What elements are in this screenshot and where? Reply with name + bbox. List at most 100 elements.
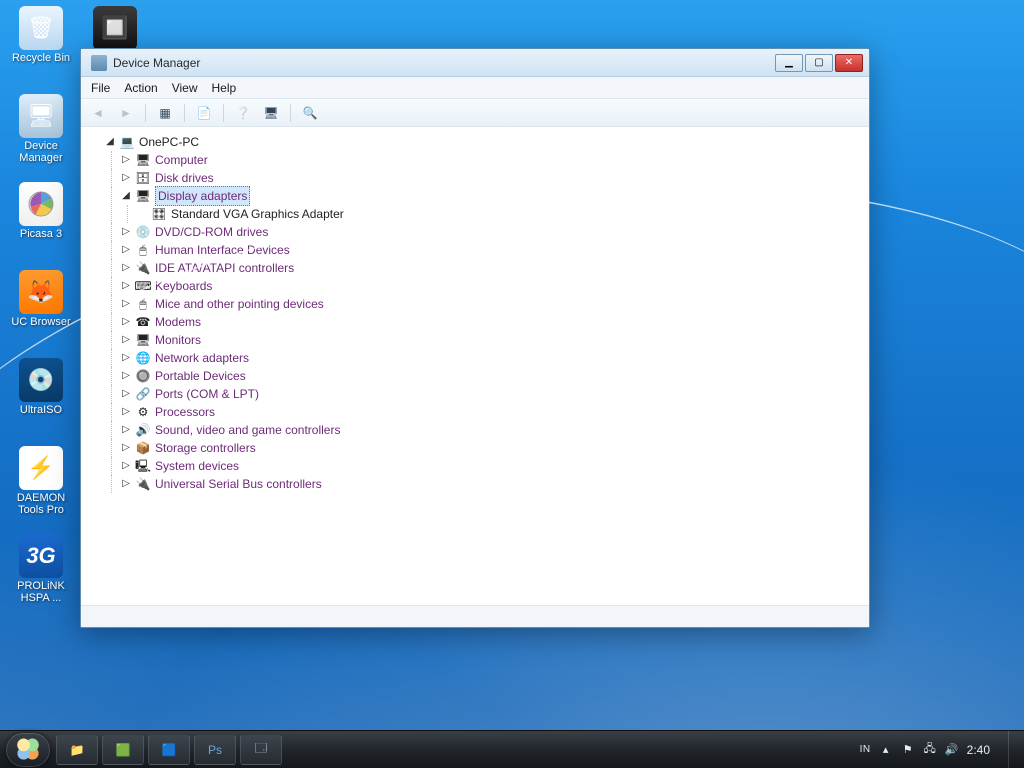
menu-help[interactable]: Help xyxy=(212,81,237,95)
desktop-icon-recycle-bin[interactable]: 🗑 Recycle Bin xyxy=(6,6,76,86)
desktop-icon-uc-browser[interactable]: 🦊 UC Browser xyxy=(6,270,76,350)
taskbar-item-explorer[interactable]: 📁 xyxy=(56,735,98,765)
tree-node[interactable]: ▷Sound, video and game controllers xyxy=(121,421,861,439)
tree-node[interactable]: ▷Processors xyxy=(121,403,861,421)
expand-icon[interactable]: ▷ xyxy=(121,403,131,421)
taskbar-item-app3[interactable]: 🗔 xyxy=(240,735,282,765)
menu-action[interactable]: Action xyxy=(124,81,157,95)
separator xyxy=(184,104,185,122)
expand-icon[interactable]: ▷ xyxy=(121,349,131,367)
tree-node-label: Computer xyxy=(155,151,208,169)
expand-icon[interactable]: ▷ xyxy=(121,151,131,169)
taskbar-clock[interactable]: 2:40 xyxy=(967,743,990,757)
device-category-icon xyxy=(135,296,151,312)
tree-node-label: Universal Serial Bus controllers xyxy=(155,475,322,493)
tray-volume-icon[interactable]: 🔊 xyxy=(945,743,959,757)
expand-icon[interactable]: ▷ xyxy=(121,313,131,331)
desktop-icon-ultraiso[interactable]: 💿 UltraISO xyxy=(6,358,76,438)
expand-icon[interactable]: ▷ xyxy=(121,457,131,475)
device-category-icon xyxy=(135,224,151,240)
tree-node-label: Keyboards xyxy=(155,277,212,295)
expand-icon[interactable]: ▷ xyxy=(121,421,131,439)
expand-icon[interactable]: ◢ xyxy=(105,133,115,151)
tree-leaf[interactable]: Standard VGA Graphics Adapter xyxy=(137,205,861,223)
desktop-icon-label: Picasa 3 xyxy=(20,228,62,240)
expand-icon[interactable]: ▷ xyxy=(121,439,131,457)
scan-hardware-button[interactable]: 🖥 xyxy=(260,102,282,124)
expand-icon[interactable]: ▷ xyxy=(121,223,131,241)
tree-root[interactable]: ◢ OnePC-PC xyxy=(105,133,861,151)
tray-network-icon[interactable]: 🖧 xyxy=(923,743,937,757)
desktop-icon-label: UC Browser xyxy=(11,316,70,328)
desktop-icon-label: Device Manager xyxy=(6,140,76,164)
tree-node[interactable]: ▷ Computer xyxy=(121,151,861,169)
tree-node[interactable]: ▷System devices xyxy=(121,457,861,475)
update-driver-button[interactable]: 🔍 xyxy=(299,102,321,124)
tree-node-label: Modems xyxy=(155,313,201,331)
device-category-icon xyxy=(135,152,151,168)
help-button[interactable]: ❔ xyxy=(232,102,254,124)
menubar: File Action View Help xyxy=(81,77,869,99)
desktop-icon-label: DAEMON Tools Pro xyxy=(6,492,76,516)
expand-icon[interactable]: ▷ xyxy=(121,169,131,187)
device-tree: ◢ OnePC-PC ▷ Computer ▷ Disk drives◢Display… xyxy=(89,133,861,493)
tree-node-label: Disk drives xyxy=(155,169,214,187)
device-category-icon xyxy=(135,314,151,330)
expand-icon[interactable]: ▷ xyxy=(121,475,131,493)
language-indicator[interactable]: IN xyxy=(860,744,871,755)
tray-chevron-icon[interactable]: ▴ xyxy=(879,743,893,757)
separator xyxy=(145,104,146,122)
show-desktop-button[interactable] xyxy=(1008,731,1018,768)
desktop-icon-label: UltraISO xyxy=(20,404,62,416)
device-category-icon xyxy=(135,188,151,204)
tree-node[interactable]: ▷Portable Devices xyxy=(121,367,861,385)
forward-button: ► xyxy=(115,102,137,124)
menu-view[interactable]: View xyxy=(172,81,198,95)
tree-node[interactable]: ▷ Modems xyxy=(121,313,861,331)
tree-node[interactable]: ▷ Disk drives xyxy=(121,169,861,187)
titlebar[interactable]: Device Manager ▁ ▢ ✕ xyxy=(81,49,869,77)
tree-node[interactable]: ▷Network adapters xyxy=(121,349,861,367)
expand-icon[interactable]: ▷ xyxy=(121,295,131,313)
close-button[interactable]: ✕ xyxy=(835,54,863,72)
taskbar: 📁 🟩 🟦 Ps 🗔 IN ▴ ⚑ 🖧 🔊 2:40 xyxy=(0,730,1024,768)
tree-node[interactable]: ◢Display adapters xyxy=(121,187,861,205)
desktop-icon-prolink[interactable]: 3G PROLiNK HSPA ... xyxy=(6,534,76,614)
desktop-icon-label: PROLiNK HSPA ... xyxy=(6,580,76,604)
maximize-button[interactable]: ▢ xyxy=(805,54,833,72)
tree-node[interactable]: ▷Human Interface Devices xyxy=(121,241,861,259)
taskbar-item-app1[interactable]: 🟩 xyxy=(102,735,144,765)
desktop-icon-daemon[interactable]: ⚡ DAEMON Tools Pro xyxy=(6,446,76,526)
expand-icon[interactable]: ▷ xyxy=(121,259,131,277)
tree-node[interactable]: ▷ Keyboards xyxy=(121,277,861,295)
window-title: Device Manager xyxy=(113,56,200,70)
tree-pane[interactable]: ◢ OnePC-PC ▷ Computer ▷ Disk drives◢Display… xyxy=(81,127,869,605)
properties-button[interactable]: 📄 xyxy=(193,102,215,124)
collapse-icon[interactable]: ◢ xyxy=(121,187,131,205)
tree-node[interactable]: ▷Mice and other pointing devices xyxy=(121,295,861,313)
start-button[interactable] xyxy=(6,733,50,767)
device-category-icon xyxy=(135,170,151,186)
taskbar-item-app2[interactable]: 🟦 xyxy=(148,735,190,765)
desktop-icon-device-manager[interactable]: 🖥 Device Manager xyxy=(6,94,76,174)
tree-node[interactable]: ▷Ports (COM & LPT) xyxy=(121,385,861,403)
tree-node[interactable]: ▷DVD/CD-ROM drives xyxy=(121,223,861,241)
taskbar-item-photoshop[interactable]: Ps xyxy=(194,735,236,765)
expand-icon[interactable]: ▷ xyxy=(121,331,131,349)
menu-file[interactable]: File xyxy=(91,81,110,95)
minimize-button[interactable]: ▁ xyxy=(775,54,803,72)
tree-node-label: Monitors xyxy=(155,331,201,349)
expand-icon[interactable]: ▷ xyxy=(121,367,131,385)
expand-icon[interactable]: ▷ xyxy=(121,385,131,403)
tree-node[interactable]: ▷IDE ATA/ATAPI controllers xyxy=(121,259,861,277)
device-manager-window: Device Manager ▁ ▢ ✕ File Action View He… xyxy=(80,48,870,628)
expand-icon[interactable]: ▷ xyxy=(121,277,131,295)
show-hide-console-button[interactable]: ▦ xyxy=(154,102,176,124)
back-button: ◄ xyxy=(87,102,109,124)
tree-node[interactable]: ▷Storage controllers xyxy=(121,439,861,457)
desktop-icon-picasa[interactable]: Picasa 3 xyxy=(6,182,76,262)
tree-node[interactable]: ▷ Universal Serial Bus controllers xyxy=(121,475,861,493)
tray-action-center-icon[interactable]: ⚑ xyxy=(901,743,915,757)
expand-icon[interactable]: ▷ xyxy=(121,241,131,259)
tree-node[interactable]: ▷ Monitors xyxy=(121,331,861,349)
